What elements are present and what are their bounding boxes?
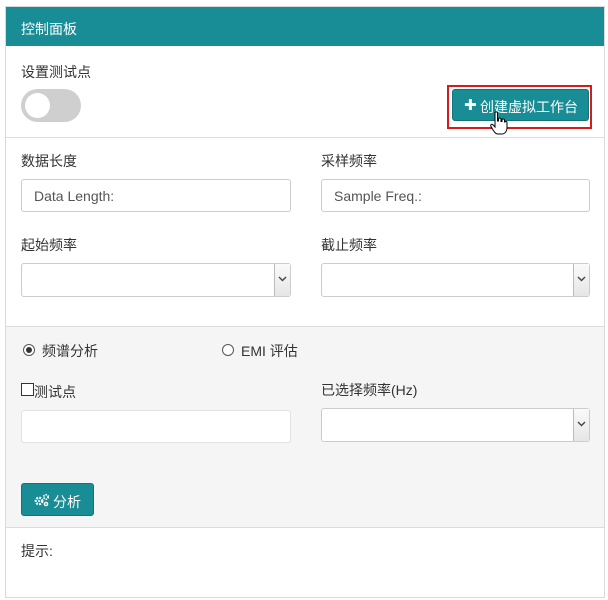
radio-spectrum-analysis[interactable] — [23, 344, 35, 356]
emi-evaluation-label: EMI 评估 — [241, 343, 298, 359]
selected-freq-label: 已选择频率(Hz) — [321, 382, 418, 398]
gears-icon — [34, 493, 50, 507]
section-divider — [6, 527, 604, 528]
analyze-button-label: 分析 — [53, 494, 81, 510]
panel-title: 控制面板 — [21, 21, 77, 37]
chevron-down-icon — [573, 264, 589, 296]
toggle-knob — [25, 93, 50, 118]
sample-freq-label: 采样频率 — [321, 153, 377, 169]
plus-icon: ✚ — [464, 97, 477, 114]
chevron-down-icon — [573, 409, 589, 441]
section-divider — [6, 326, 604, 327]
data-length-label: 数据长度 — [21, 153, 77, 169]
start-freq-select[interactable] — [21, 263, 291, 297]
test-point-toggle[interactable] — [21, 89, 81, 122]
test-point-label: 测试点 — [34, 384, 76, 400]
test-point-input[interactable] — [21, 410, 291, 443]
panel-header: 控制面板 — [6, 7, 604, 46]
start-freq-label: 起始频率 — [21, 237, 77, 253]
create-virtual-workbench-button[interactable]: ✚ 创建虚拟工作台 — [452, 89, 589, 121]
control-panel: 控制面板 设置测试点 ✚ 创建虚拟工作台 数据长度 采样频率 起始频率 截止频率… — [5, 6, 605, 598]
analyze-button[interactable]: 分析 — [21, 483, 94, 516]
stop-freq-label: 截止频率 — [321, 237, 377, 253]
hint-label: 提示: — [21, 543, 53, 559]
section-divider — [6, 137, 604, 138]
radio-emi-evaluation[interactable] — [222, 344, 234, 356]
test-point-checkbox[interactable] — [21, 383, 34, 396]
chevron-down-icon — [274, 264, 290, 296]
test-point-setting-label: 设置测试点 — [21, 64, 91, 80]
selected-freq-select[interactable] — [321, 408, 590, 442]
spectrum-analysis-label: 频谱分析 — [42, 343, 98, 359]
data-length-input[interactable] — [21, 179, 291, 212]
hand-cursor-icon — [490, 111, 508, 135]
sample-freq-input[interactable] — [321, 179, 590, 212]
stop-freq-select[interactable] — [321, 263, 590, 297]
